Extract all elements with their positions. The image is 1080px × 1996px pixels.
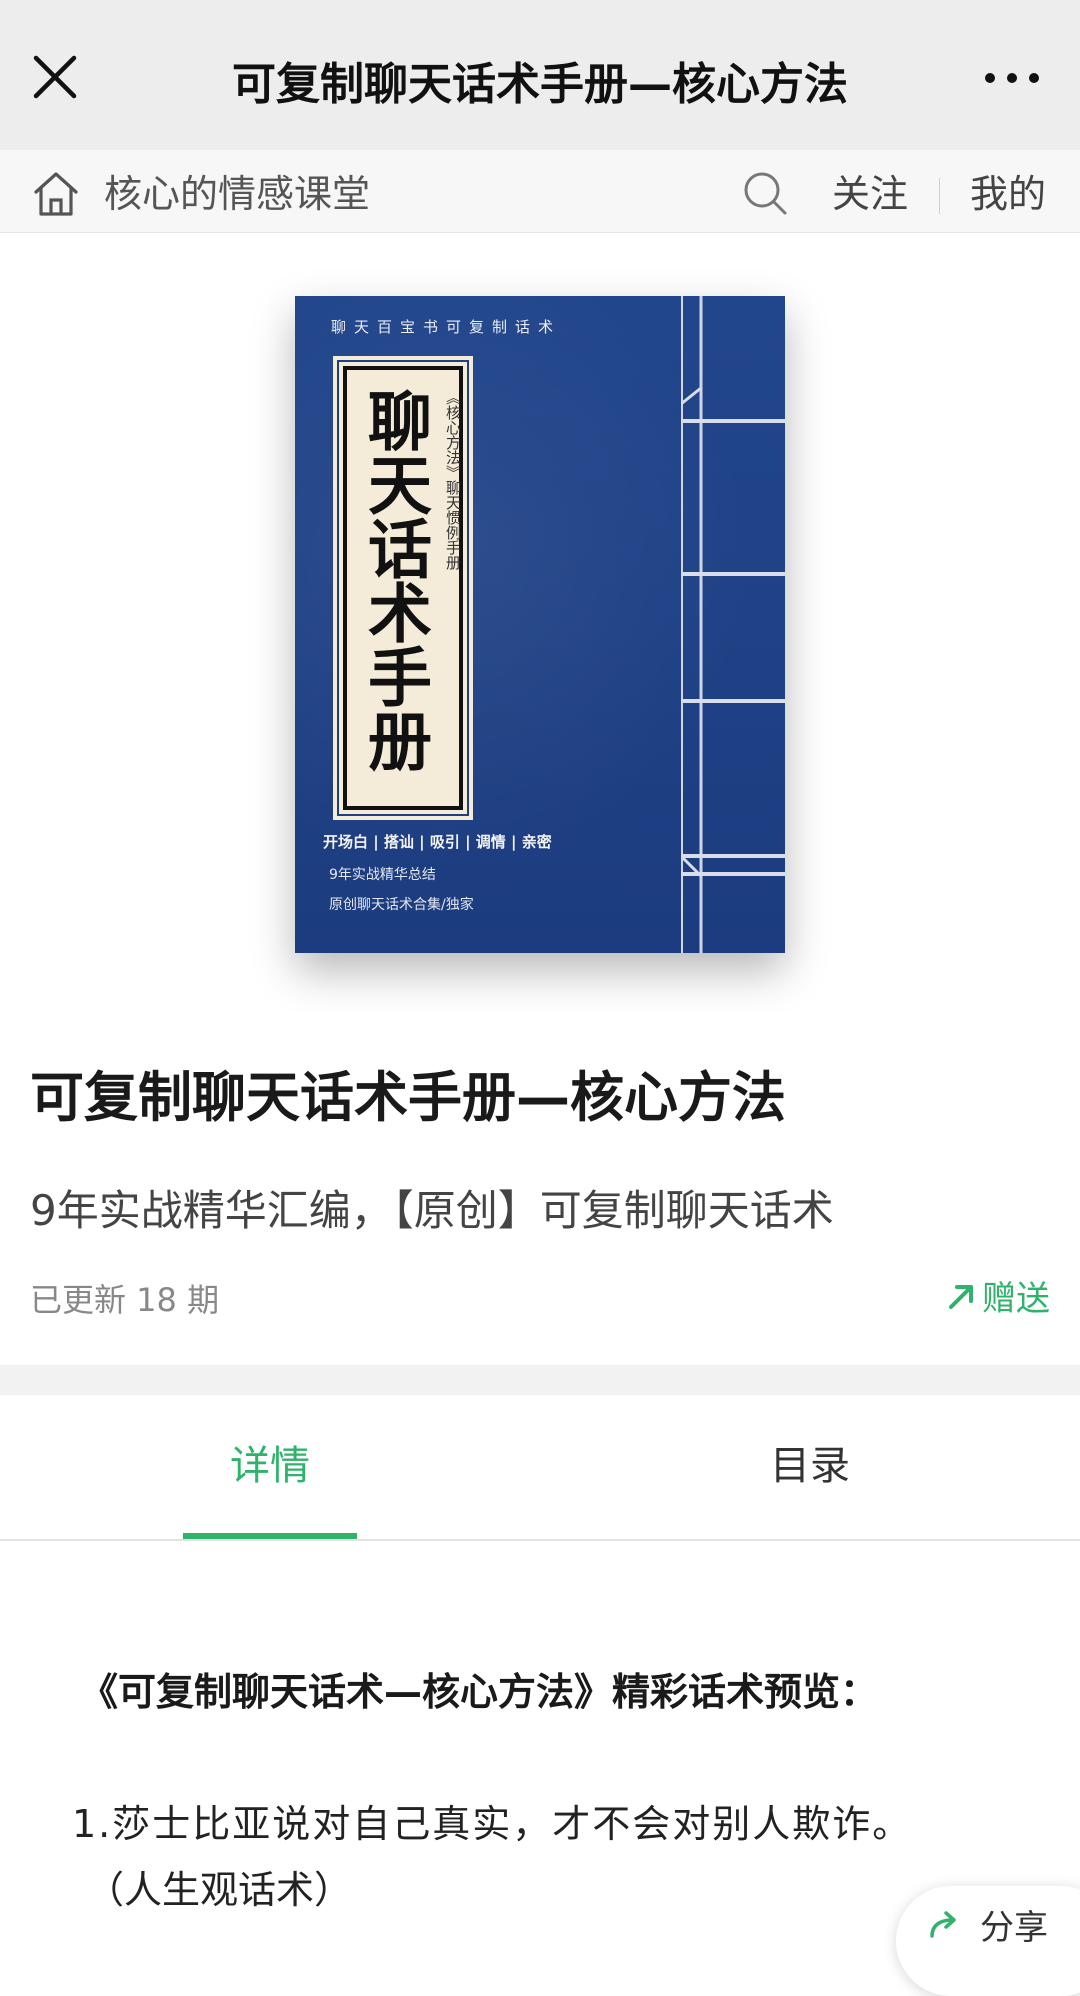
- tab-details[interactable]: 详情: [170, 1395, 370, 1539]
- gift-arrow-icon: [949, 1284, 973, 1309]
- update-count: 已更新 18 期: [30, 1281, 220, 1319]
- section-separator: [0, 1365, 1080, 1395]
- cover-tags: 开场白 | 搭讪 | 吸引 | 调情 | 亲密: [323, 833, 552, 851]
- channel-name[interactable]: 核心的情感课堂: [104, 150, 370, 238]
- book-binding: [681, 296, 785, 953]
- list-item: 1.莎士比亚说对自己真实，才不会对别人欺诈。: [72, 1802, 913, 1846]
- page-title: 可复制聊天话术手册—核心方法: [232, 59, 848, 110]
- search-icon[interactable]: [740, 168, 790, 218]
- label-frame: 聊天话术手册 《核心方法》聊天惯例手册: [343, 366, 463, 810]
- article-heading: 《可复制聊天话术—核心方法》精彩话术预览：: [80, 1670, 879, 1714]
- top-navigation-bar: 可复制聊天话术手册—核心方法: [0, 0, 1080, 150]
- cover-title-label: 聊天话术手册 《核心方法》聊天惯例手册: [333, 356, 473, 820]
- home-icon[interactable]: [30, 168, 82, 220]
- cover-tagline-1: 9年实战精华总结: [329, 867, 436, 883]
- gift-label: 赠送: [982, 1279, 1050, 1319]
- tab-catalog[interactable]: 目录: [710, 1395, 910, 1539]
- active-tab-indicator: [183, 1533, 357, 1539]
- close-icon[interactable]: [28, 50, 82, 104]
- channel-header: 核心的情感课堂 关注 我的: [0, 150, 1080, 233]
- cover-area: 聊天百宝书可复制话术 聊天话术手册 《核心方法》聊天惯例手册 开场白 | 搭讪 …: [0, 233, 1080, 1013]
- mine-button[interactable]: 我的: [970, 150, 1046, 238]
- more-icon[interactable]: [982, 66, 1042, 90]
- course-info: 可复制聊天话术手册—核心方法 9年实战精华汇编，【原创】可复制聊天话术 已更新 …: [0, 1013, 1080, 1365]
- share-label: 分享: [980, 1908, 1048, 1948]
- divider: [939, 178, 940, 214]
- course-subtitle: 9年实战精华汇编，【原创】可复制聊天话术: [30, 1186, 834, 1235]
- cover-main-title: 聊天话术手册: [357, 388, 432, 772]
- list-item-note: （人生观话术）: [86, 1868, 353, 1912]
- share-button[interactable]: 分享: [896, 1886, 1080, 1996]
- article-content: 《可复制聊天话术—核心方法》精彩话术预览： 1.莎士比亚说对自己真实，才不会对别…: [0, 1541, 1080, 1938]
- course-title: 可复制聊天话术手册—核心方法: [30, 1066, 786, 1129]
- book-cover-image: 聊天百宝书可复制话术 聊天话术手册 《核心方法》聊天惯例手册 开场白 | 搭讪 …: [295, 296, 785, 953]
- cover-tagline-2: 原创聊天话术合集/独家: [329, 897, 474, 913]
- cover-series-text: 聊天百宝书可复制话术: [331, 318, 562, 336]
- share-icon: [930, 1911, 956, 1938]
- follow-button[interactable]: 关注: [832, 150, 908, 238]
- cover-side-text: 《核心方法》聊天惯例手册: [444, 390, 462, 570]
- gift-button[interactable]: 赠送: [946, 1271, 1050, 1320]
- tab-bar: 详情 目录: [0, 1395, 1080, 1541]
